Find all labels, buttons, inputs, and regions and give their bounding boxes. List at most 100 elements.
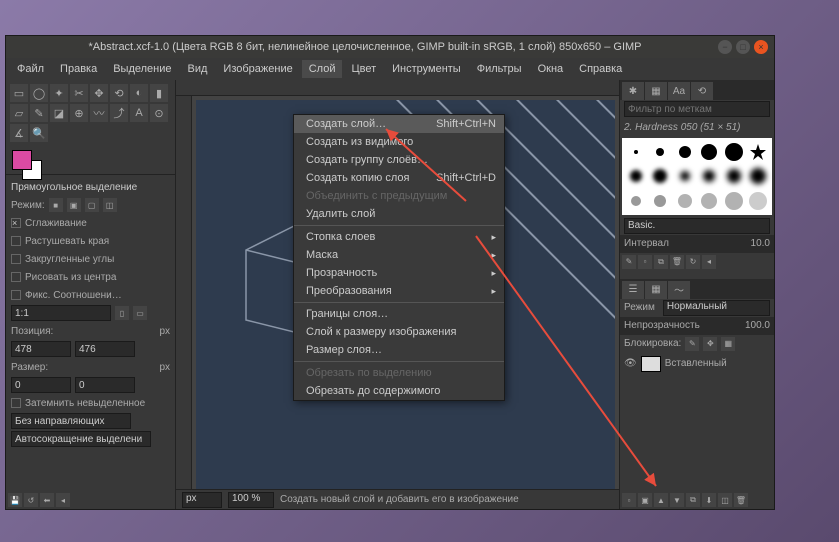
tool-clone[interactable]: ⊕ (70, 104, 88, 122)
tool-picker[interactable]: ⊙ (150, 104, 168, 122)
lock-position-icon[interactable]: ✥ (703, 337, 717, 351)
menu-filters[interactable]: Фильтры (470, 60, 529, 78)
menu-layer-boundary[interactable]: Границы слоя… (294, 305, 504, 323)
feather-checkbox[interactable] (11, 236, 21, 246)
menu-new-layer[interactable]: Создать слой…Shift+Ctrl+N (294, 115, 504, 133)
tab-layers-icon[interactable]: ☰ (622, 281, 644, 299)
brush-item[interactable] (624, 140, 648, 164)
layer-up-icon[interactable]: ▲ (654, 493, 668, 507)
menu-mask[interactable]: Маска (294, 246, 504, 264)
menu-help[interactable]: Справка (572, 60, 629, 78)
size-x-input[interactable] (11, 377, 71, 393)
aspect-checkbox[interactable] (11, 290, 21, 300)
menu-transform[interactable]: Преобразования (294, 282, 504, 300)
layer-merge-icon[interactable]: ⬇ (702, 493, 716, 507)
menu-select[interactable]: Выделение (106, 60, 178, 78)
zoom-select[interactable]: 100 % (228, 492, 274, 508)
maximize-button[interactable]: □ (736, 40, 750, 54)
layer-mode-select[interactable]: Нормальный (663, 300, 770, 316)
tool-path[interactable]: ⤴ (110, 104, 128, 122)
brush-item[interactable] (673, 189, 697, 213)
ruler-horizontal[interactable] (176, 80, 619, 96)
layer-row[interactable]: 👁 Вставленный (620, 353, 774, 375)
brush-item[interactable] (624, 165, 648, 189)
darken-checkbox[interactable] (11, 398, 21, 408)
menu-image[interactable]: Изображение (216, 60, 299, 78)
tool-warp[interactable]: ◐ (130, 84, 148, 102)
unit-select[interactable]: px (182, 492, 222, 508)
menu-duplicate-layer[interactable]: Создать копию слояShift+Ctrl+D (294, 169, 504, 187)
tool-zoom[interactable]: 🔍 (30, 124, 48, 142)
brush-item[interactable] (698, 165, 722, 189)
antialias-checkbox[interactable] (11, 218, 21, 228)
brush-item[interactable] (698, 189, 722, 213)
mode-intersect-icon[interactable]: ◫ (103, 198, 117, 212)
brush-menu-icon[interactable]: ◂ (702, 255, 716, 269)
pos-y-input[interactable] (75, 341, 135, 357)
menu-edit[interactable]: Правка (53, 60, 104, 78)
rounded-checkbox[interactable] (11, 254, 21, 264)
layer-name[interactable]: Вставленный (665, 358, 727, 369)
save-options-icon[interactable]: 💾 (8, 493, 22, 507)
tool-free-select[interactable]: ◯ (30, 84, 48, 102)
tab-paths-icon[interactable]: 〜 (668, 281, 690, 299)
tool-eraser[interactable]: ◪ (50, 104, 68, 122)
mode-add-icon[interactable]: ▣ (67, 198, 81, 212)
brush-item[interactable] (747, 189, 771, 213)
menu-scale-layer[interactable]: Размер слоя… (294, 341, 504, 359)
tool-measure[interactable]: ∡ (10, 124, 28, 142)
menu-transparency[interactable]: Прозрачность (294, 264, 504, 282)
ratio-input[interactable] (11, 305, 111, 321)
brush-new-icon[interactable]: ▫ (638, 255, 652, 269)
reset-options-icon[interactable]: ↺ (24, 493, 38, 507)
delete-options-icon[interactable]: ⬅ (40, 493, 54, 507)
brush-refresh-icon[interactable]: ↻ (686, 255, 700, 269)
visibility-icon[interactable]: 👁 (624, 358, 637, 369)
guides-select[interactable] (11, 413, 131, 429)
size-y-input[interactable] (75, 377, 135, 393)
color-palette[interactable] (12, 150, 169, 170)
menu-options-icon[interactable]: ◂ (56, 493, 70, 507)
brush-item[interactable] (747, 140, 771, 164)
brush-del-icon[interactable]: 🗑 (670, 255, 684, 269)
lock-alpha-icon[interactable]: ▦ (721, 337, 735, 351)
menu-view[interactable]: Вид (181, 60, 215, 78)
brush-item[interactable] (698, 140, 722, 164)
tool-fuzzy-select[interactable]: ✦ (50, 84, 68, 102)
menu-new-from-visible[interactable]: Создать из видимого (294, 133, 504, 151)
tool-gradient[interactable]: ▱ (10, 104, 28, 122)
tab-patterns-icon[interactable]: ▦ (645, 82, 667, 100)
layer-mask-icon[interactable]: ◫ (718, 493, 732, 507)
menu-windows[interactable]: Окна (531, 60, 571, 78)
menu-layer-to-image[interactable]: Слой к размеру изображения (294, 323, 504, 341)
opacity-value[interactable]: 100.0 (745, 320, 770, 331)
tab-brushes-icon[interactable]: ✱ (622, 82, 644, 100)
interval-value[interactable]: 10.0 (751, 238, 770, 249)
menu-new-layer-group[interactable]: Создать группу слоёв… (294, 151, 504, 169)
close-button[interactable]: × (754, 40, 768, 54)
tool-move[interactable]: ✥ (90, 84, 108, 102)
tool-transform[interactable]: ⟲ (110, 84, 128, 102)
tool-smudge[interactable]: 〰 (90, 104, 108, 122)
brush-edit-icon[interactable]: ✎ (622, 255, 636, 269)
brush-item[interactable] (673, 140, 697, 164)
brush-item[interactable] (649, 189, 673, 213)
brush-preset-select[interactable] (624, 218, 770, 234)
menu-tools[interactable]: Инструменты (385, 60, 468, 78)
layer-dup-icon[interactable]: ⧉ (686, 493, 700, 507)
brush-item[interactable] (649, 140, 673, 164)
tool-pencil[interactable]: ✎ (30, 104, 48, 122)
menu-color[interactable]: Цвет (344, 60, 383, 78)
menu-stack[interactable]: Стопка слоев (294, 228, 504, 246)
mode-sub-icon[interactable]: ▢ (85, 198, 99, 212)
menu-crop-content[interactable]: Обрезать до содержимого (294, 382, 504, 400)
center-checkbox[interactable] (11, 272, 21, 282)
layer-thumbnail[interactable] (641, 356, 661, 372)
autoshrink-button[interactable]: Автосокращение выделени (11, 431, 151, 447)
brush-item[interactable] (722, 189, 746, 213)
menu-delete-layer[interactable]: Удалить слой (294, 205, 504, 223)
foreground-color[interactable] (12, 150, 32, 170)
layer-new-icon[interactable]: ▫ (622, 493, 636, 507)
menu-layer[interactable]: Слой (302, 60, 343, 78)
minimize-button[interactable]: − (718, 40, 732, 54)
